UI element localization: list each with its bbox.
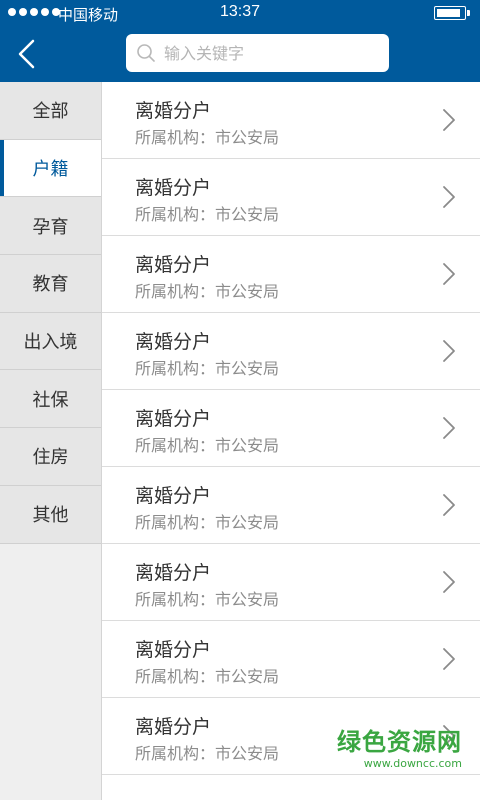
list-item-subtitle: 所属机构：市公安局 [135,667,280,686]
list-item-subtitle: 所属机构：市公安局 [135,282,280,301]
list-item[interactable]: 离婚分户所属机构：市公安局 [102,544,480,621]
sidebar-item-5[interactable]: 社保 [0,370,101,429]
list-item[interactable]: 离婚分户所属机构：市公安局 [102,467,480,544]
app-header: 中国移动 13:37 [0,0,480,82]
list-item-title: 离婚分户 [135,485,212,507]
sidebar-item-7[interactable]: 其他 [0,485,101,544]
sidebar-item-1[interactable]: 户籍 [0,139,101,198]
sidebar-item-label: 其他 [32,505,69,527]
list-item[interactable]: 离婚分户所属机构：市公安局 [102,621,480,698]
sidebar-item-label: 全部 [32,101,69,123]
sidebar-item-label: 户籍 [32,159,69,181]
list-item-title: 离婚分户 [135,639,212,661]
watermark-name: 绿色资源网 [337,728,462,756]
search-box[interactable] [126,34,389,72]
back-button[interactable] [6,32,46,76]
battery-level [437,9,461,17]
status-time: 13:37 [219,3,261,20]
list-item-subtitle: 所属机构：市公安局 [135,436,280,455]
chevron-right-icon [443,417,455,439]
sidebar-item-label: 教育 [32,274,69,296]
list-item-subtitle: 所属机构：市公安局 [135,744,280,763]
list-item-title: 离婚分户 [135,254,212,276]
chevron-right-icon [443,571,455,593]
list-item-subtitle: 所属机构：市公安局 [135,128,280,147]
sidebar-item-label: 出入境 [23,332,78,354]
chevron-right-icon [443,648,455,670]
list-item-title: 离婚分户 [135,177,212,199]
list-item[interactable]: 离婚分户所属机构：市公安局 [102,82,480,159]
sidebar-item-3[interactable]: 教育 [0,255,101,313]
chevron-right-icon [443,263,455,285]
list-item-subtitle: 所属机构：市公安局 [135,590,280,609]
service-list: 离婚分户 所属机构：市公安局 离婚分户 所属机构：市公安局 离婚分户 所属机构：市公安局离… [102,82,480,800]
list-item[interactable]: 离婚分户所属机构：市公安局 [102,390,480,467]
sidebar-item-label: 住房 [32,447,69,469]
chevron-right-icon [443,109,455,131]
chevron-left-icon [18,39,35,69]
chevron-right-icon [443,340,455,362]
list-item[interactable]: 离婚分户所属机构：市公安局 [102,236,480,313]
list-item-title: 离婚分户 [135,716,212,738]
watermark: 绿色资源网 www.downcc.com [337,722,462,770]
list-item[interactable]: 离婚分户所属机构：市公安局 [102,159,480,236]
search-input[interactable] [164,34,381,72]
watermark-url: www.downcc.com [363,757,462,770]
list-item-title: 离婚分户 [135,331,212,353]
sidebar-item-2[interactable]: 孕育 [0,197,101,256]
list-item-subtitle: 所属机构：市公安局 [135,205,280,224]
list-item[interactable]: 离婚分户所属机构：市公安局 [102,313,480,390]
sidebar-item-label: 孕育 [32,216,69,238]
status-bar: 中国移动 13:37 [0,0,480,26]
sidebar-item-4[interactable]: 出入境 [0,312,101,371]
search-icon [137,44,155,62]
sidebar-item-6[interactable]: 住房 [0,428,101,486]
list-item-title: 离婚分户 [135,100,212,122]
category-sidebar: 全部户籍孕育教育出入境社保住房其他 [0,82,102,800]
list-item-subtitle: 所属机构：市公安局 [135,359,280,378]
sidebar-item-label: 社保 [32,389,69,411]
chevron-right-icon [443,186,455,208]
list-item-title: 离婚分户 [135,562,212,584]
chevron-right-icon [443,494,455,516]
battery-icon [434,6,470,20]
list-item-title: 离婚分户 [135,408,212,430]
list-item-subtitle: 所属机构：市公安局 [135,513,280,532]
sidebar-item-0[interactable]: 全部 [0,82,101,140]
